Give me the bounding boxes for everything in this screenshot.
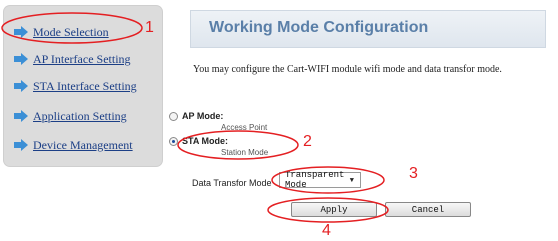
sidebar-item-device-management[interactable]: Device Management: [14, 136, 133, 154]
annotation-number-4: 4: [322, 222, 331, 239]
sidebar-item-label: STA Interface Setting: [33, 78, 137, 93]
sidebar-item-label: Mode Selection: [33, 24, 109, 39]
sidebar-nav: Mode Selection AP Interface Setting STA …: [4, 6, 162, 166]
sidebar-item-label: Application Setting: [33, 108, 127, 123]
annotation-number-1: 1: [145, 19, 154, 36]
sta-mode-label: STA Mode:: [182, 136, 228, 146]
data-transfer-mode-select[interactable]: Transparent Mode ▼: [279, 170, 361, 190]
annotation-number-3: 3: [409, 165, 418, 182]
sidebar-item-mode-selection[interactable]: Mode Selection: [14, 23, 109, 41]
apply-button[interactable]: Apply: [291, 202, 377, 217]
page-title: Working Mode Configuration: [209, 19, 429, 36]
arrow-right-icon: [14, 53, 28, 65]
arrow-right-icon: [14, 139, 28, 151]
page-description: You may configure the Cart-WIFI module w…: [193, 64, 502, 75]
sidebar-item-label: AP Interface Setting: [33, 51, 131, 66]
ap-mode-label: AP Mode:: [182, 111, 224, 121]
sidebar-item-application[interactable]: Application Setting: [14, 107, 127, 125]
cancel-button[interactable]: Cancel: [385, 202, 471, 217]
ap-mode-radio[interactable]: [169, 111, 178, 121]
sta-mode-option[interactable]: STA Mode:: [169, 136, 228, 146]
ap-mode-sub: Access Point: [221, 123, 268, 132]
sta-mode-radio[interactable]: [169, 136, 178, 146]
data-transfer-mode-value: Transparent Mode: [285, 170, 345, 190]
data-transfer-mode-label: Data Transfor Mode: [192, 178, 272, 188]
ap-mode-option[interactable]: AP Mode:: [169, 111, 223, 121]
sta-mode-sub: Station Mode: [221, 148, 269, 157]
annotation-number-2: 2: [303, 133, 312, 150]
chevron-down-icon: ▼: [349, 177, 354, 185]
arrow-right-icon: [14, 80, 28, 92]
arrow-right-icon: [14, 26, 28, 38]
sidebar-item-sta-interface[interactable]: STA Interface Setting: [14, 77, 137, 95]
page-title-bar: Working Mode Configuration: [190, 10, 546, 48]
sidebar-item-label: Device Management: [33, 137, 133, 152]
arrow-right-icon: [14, 110, 28, 122]
sidebar-item-ap-interface[interactable]: AP Interface Setting: [14, 50, 131, 68]
